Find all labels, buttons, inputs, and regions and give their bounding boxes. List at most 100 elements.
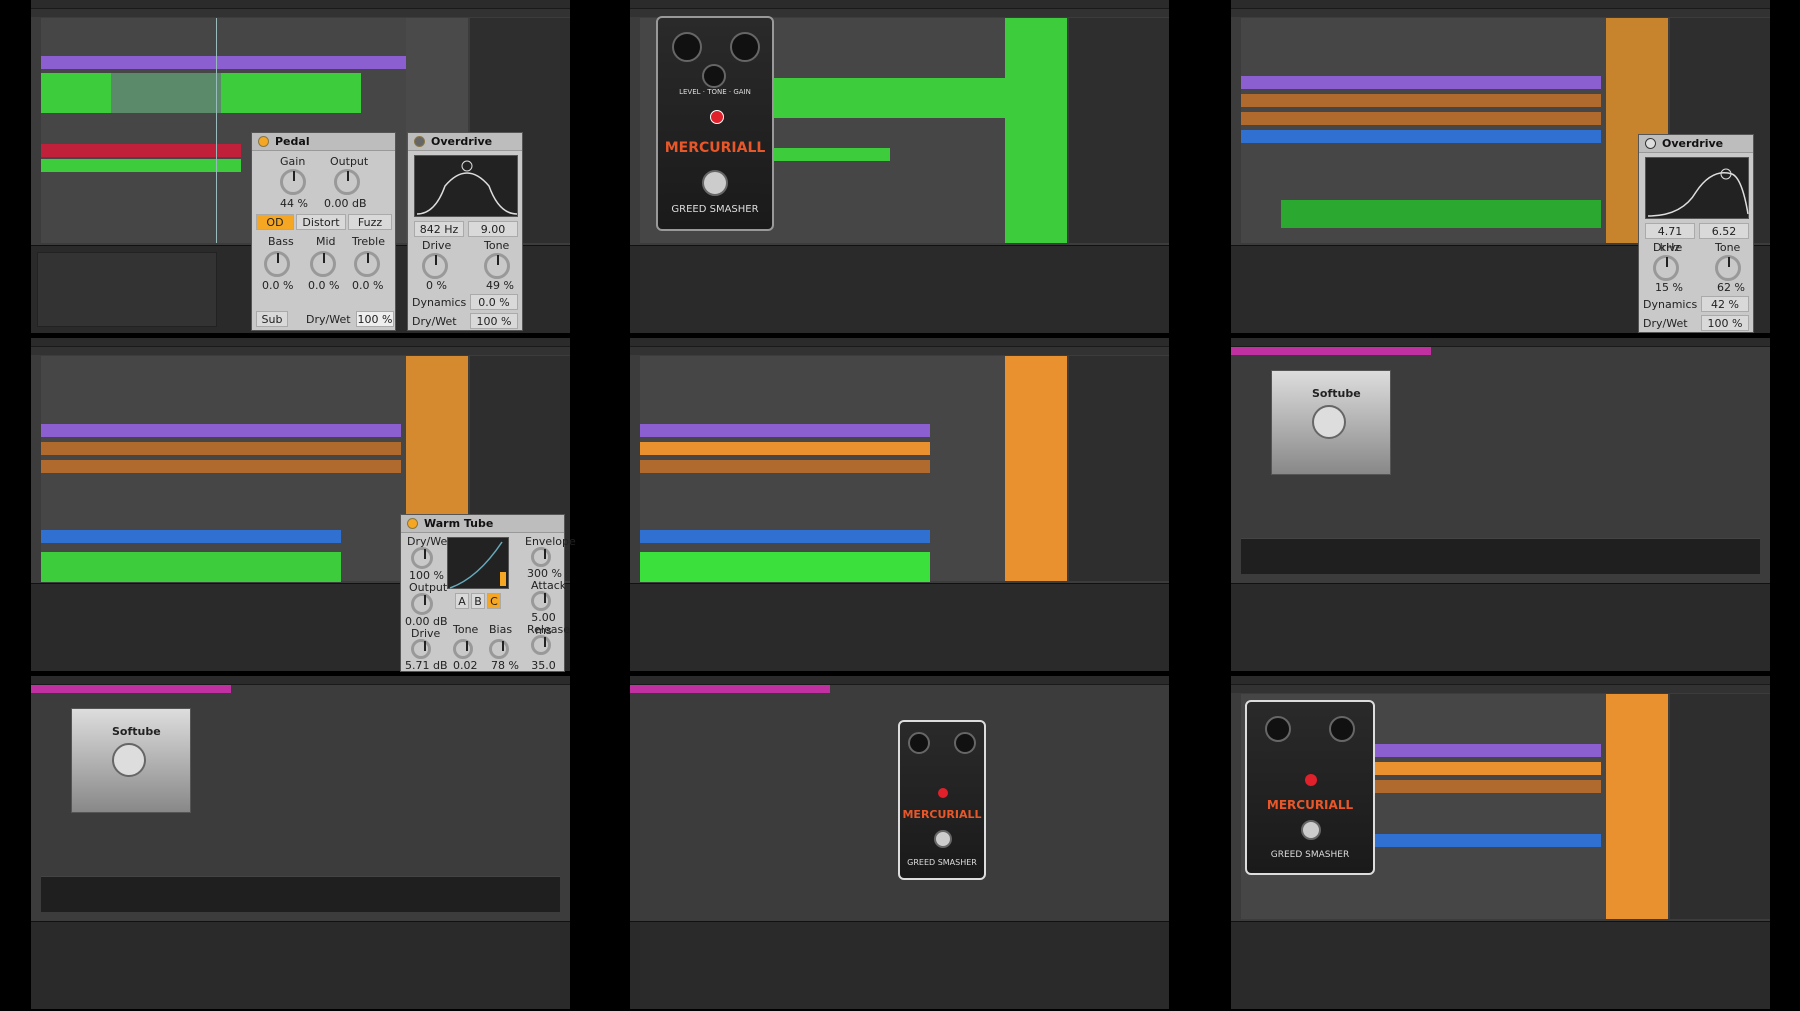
footswitch[interactable] [702,170,728,196]
tone-knob[interactable] [484,253,510,279]
sub-button[interactable]: Sub [256,311,288,327]
release-knob[interactable] [531,635,551,655]
softube-plugin-window[interactable]: Softube [71,708,191,813]
dynamics-value[interactable]: 42 % [1701,296,1749,312]
softube-knob[interactable] [112,743,146,777]
bass-knob[interactable] [264,251,290,277]
gain-value: 44 % [280,197,308,210]
freq-value[interactable]: 4.71 kHz [1645,223,1695,254]
drive-label: Drive [1653,241,1683,254]
level-knob[interactable] [908,732,930,754]
level-knob[interactable] [1265,716,1291,742]
pedal-device[interactable]: Pedal Gain Output 44 % 0.00 dB OD Distor… [251,132,396,331]
timeline-ruler[interactable] [630,685,830,693]
tube-a-button[interactable]: A [455,593,469,609]
device-chain[interactable] [1231,921,1770,1009]
drywet-value[interactable]: 100 % [1701,315,1749,331]
tone-knob[interactable] [453,639,473,659]
power-icon[interactable] [1645,138,1656,149]
gain-knob[interactable] [1329,716,1355,742]
gain-knob[interactable] [280,169,306,195]
tube-c-button[interactable]: C [487,593,501,609]
softube-plugin-window[interactable]: Softube [1271,370,1391,475]
filter-display[interactable] [414,155,518,217]
transport-bar[interactable] [630,338,1169,347]
mixer[interactable] [1069,18,1169,243]
gain-knob[interactable] [730,32,760,62]
overdrive-device-1[interactable]: Overdrive 842 Hz 9.00 Drive Tone 0 % 49 … [407,132,523,331]
output-knob[interactable] [334,169,360,195]
dynamics-value[interactable]: 0.0 % [470,294,518,310]
led-indicator [710,110,724,124]
device-chain[interactable] [630,245,1169,333]
output-knob[interactable] [411,593,433,615]
footswitch[interactable] [1301,820,1321,840]
transport-bar[interactable] [1231,338,1770,347]
mode-fuzz-button[interactable]: Fuzz [348,214,392,230]
session-clips[interactable] [1005,356,1067,581]
tube-b-button[interactable]: B [471,593,485,609]
transport-bar[interactable] [1231,0,1770,9]
tone-knob[interactable] [702,64,726,88]
pedal-model: GREED SMASHER [907,858,977,867]
mixer[interactable] [1670,694,1770,919]
attack-knob[interactable] [531,591,551,611]
drive-knob[interactable] [411,639,431,659]
drive-knob[interactable] [1653,255,1679,281]
timeline-ruler[interactable] [1231,9,1770,17]
mid-knob[interactable] [310,251,336,277]
timeline-ruler[interactable] [31,9,570,17]
device-chain[interactable] [630,583,1169,671]
tone-label: Tone [1715,241,1741,254]
device-chain[interactable] [31,921,570,1009]
mercuriall-pedal[interactable]: MERCURIALL GREED SMASHER [1245,700,1375,875]
mixer[interactable] [1069,356,1169,581]
drywet-knob[interactable] [411,547,433,569]
tone-knob[interactable] [1715,255,1741,281]
timeline-ruler[interactable] [1231,347,1431,355]
transport-bar[interactable] [1231,676,1770,685]
overdrive-device-2[interactable]: Overdrive 4.71 kHz 6.52 Drive Tone 15 % … [1638,134,1754,333]
power-icon[interactable] [407,518,418,529]
transport-bar[interactable] [31,676,570,685]
transport-bar[interactable] [31,338,570,347]
treble-knob[interactable] [354,251,380,277]
freq-value[interactable]: 842 Hz [414,221,464,237]
arrangement-view[interactable] [1241,18,1668,243]
width-value[interactable]: 6.52 [1699,223,1749,239]
timeline-ruler[interactable] [31,347,570,355]
session-clips[interactable] [1606,694,1668,919]
drive-knob[interactable] [422,253,448,279]
filter-curve [416,160,518,215]
warm-tube-device[interactable]: Warm Tube Dry/Wet 100 % Output 0.00 dB A… [400,514,576,685]
treble-value: 0.0 % [352,279,384,292]
tone-value: 0.02 [453,659,478,672]
power-icon[interactable] [258,136,269,147]
arrangement-view[interactable] [640,356,1067,582]
gain-knob[interactable] [954,732,976,754]
transport-bar[interactable] [31,0,570,9]
power-icon[interactable] [414,136,425,147]
drywet-value[interactable]: 100 % [356,311,394,327]
mode-distort-button[interactable]: Distort [296,214,346,230]
level-knob[interactable] [672,32,702,62]
timeline-ruler[interactable] [630,347,1169,355]
device-chain[interactable] [630,921,1169,1009]
transport-bar[interactable] [630,0,1169,9]
envelope-knob[interactable] [531,547,551,567]
transport-bar[interactable] [630,676,1169,685]
bias-knob[interactable] [489,639,509,659]
mercuriall-pedal[interactable]: MERCURIALL GREED SMASHER [898,720,986,880]
drywet-label: Dry/Wet [412,315,457,328]
mercuriall-pedal[interactable]: LEVEL · TONE · GAIN MERCURIALL GREED SMA… [656,16,774,231]
softube-knob[interactable] [1312,405,1346,439]
filter-display[interactable] [1645,157,1749,219]
footswitch[interactable] [934,830,952,848]
width-value[interactable]: 9.00 [468,221,518,237]
device-chain[interactable] [1231,583,1770,671]
mode-od-button[interactable]: OD [256,214,294,230]
drywet-value[interactable]: 100 % [470,313,518,329]
timeline-ruler[interactable] [1231,685,1770,693]
timeline-ruler[interactable] [31,685,231,693]
session-clips[interactable] [1005,18,1067,243]
